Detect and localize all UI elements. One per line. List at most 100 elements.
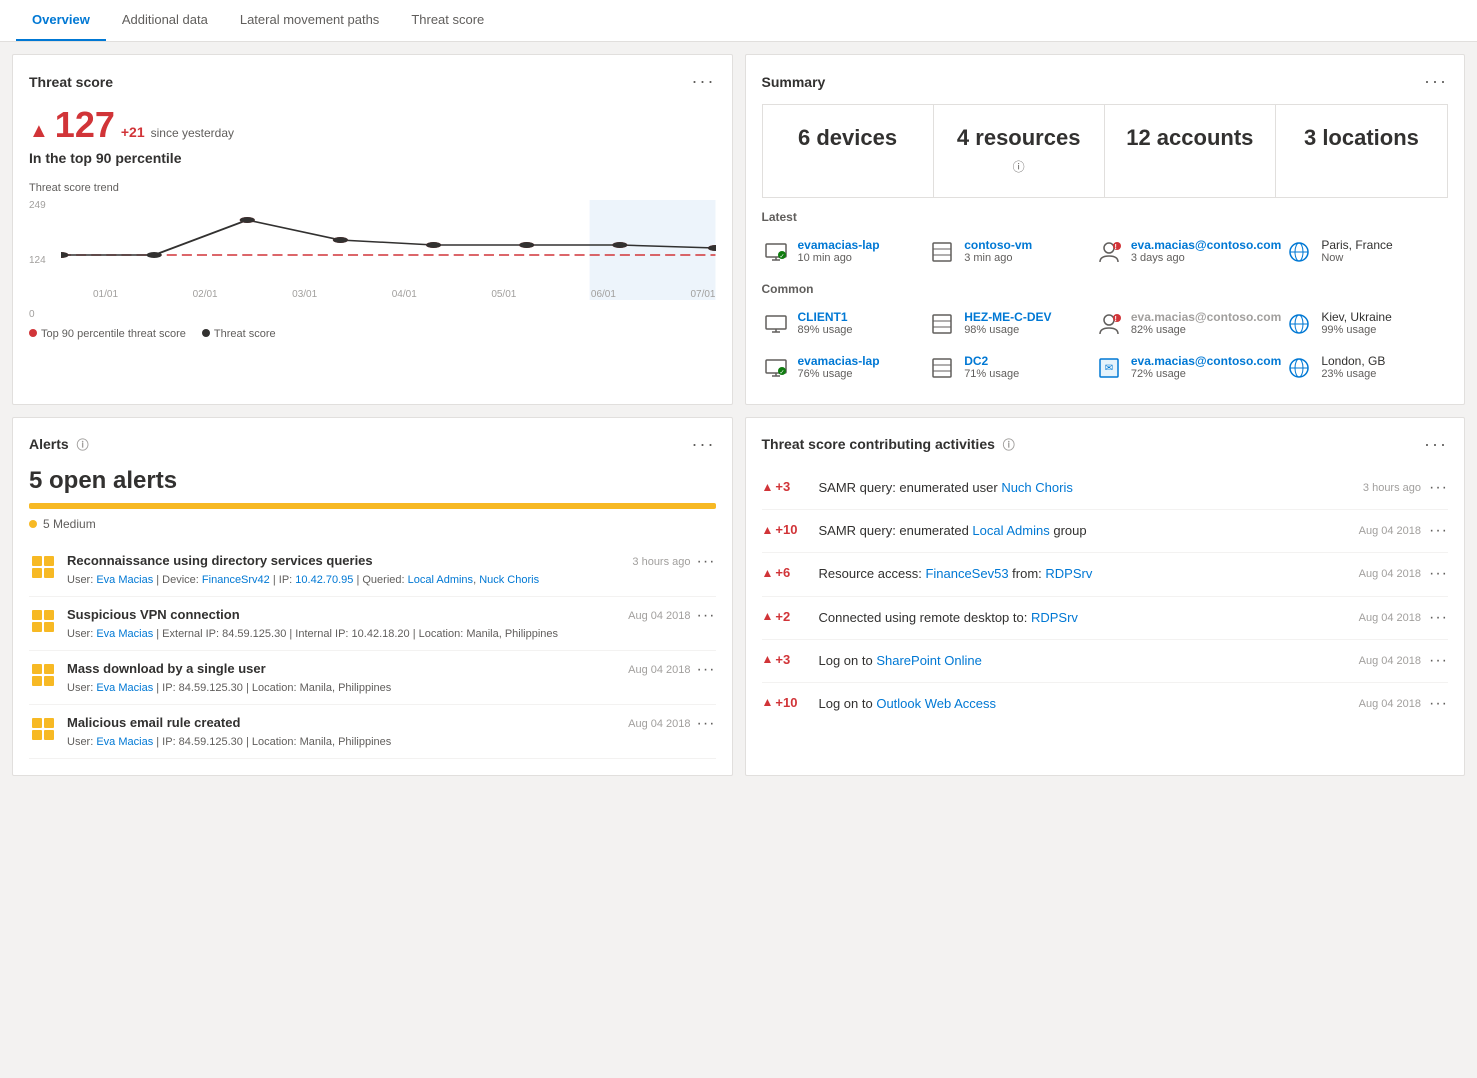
alert-item-4: Malicious email rule created Aug 04 2018…: [29, 705, 716, 759]
activity-link-3b[interactable]: RDPSrv: [1045, 566, 1092, 581]
user-icon: !: [1095, 238, 1123, 266]
latest-device-time: 10 min ago: [798, 252, 880, 264]
alert-more-2[interactable]: ···: [697, 607, 716, 625]
stat-locations-value: 3 locations: [1292, 125, 1431, 151]
latest-user-name[interactable]: eva.macias@contoso.com: [1131, 238, 1281, 252]
threat-activities-more[interactable]: ···: [1424, 434, 1448, 455]
alert-queried-link-2[interactable]: Nuck Choris: [479, 574, 539, 586]
common-user-name[interactable]: eva.macias@contoso.com: [1131, 310, 1281, 324]
alerts-panel: Alerts ⓘ ··· 5 open alerts 5 Medium Reco…: [12, 417, 733, 776]
alert-user-link-3[interactable]: Eva Macias: [96, 682, 153, 694]
summary-more[interactable]: ···: [1424, 71, 1448, 92]
alert-item-1: Reconnaissance using directory services …: [29, 543, 716, 597]
activity-delta-1: ▲ +3: [762, 479, 807, 494]
stat-accounts[interactable]: 12 accounts: [1105, 105, 1276, 197]
common2-globe-icon: [1285, 354, 1313, 382]
activity-meta-6: Aug 04 2018 ···: [1359, 695, 1448, 713]
activity-more-4[interactable]: ···: [1429, 609, 1448, 627]
alert-title-2[interactable]: Suspicious VPN connection: [67, 607, 240, 622]
common-grid: CLIENT1 89% usage HEZ-ME-C-DEV 98% usage…: [762, 304, 1449, 344]
alert-more-3[interactable]: ···: [697, 661, 716, 679]
latest-grid: ✓ evamacias-lap 10 min ago contoso-vm 3 …: [762, 232, 1449, 272]
activity-more-2[interactable]: ···: [1429, 522, 1448, 540]
latest-server-name[interactable]: contoso-vm: [964, 238, 1032, 252]
common-server: HEZ-ME-C-DEV 98% usage: [928, 304, 1091, 344]
alerts-info-icon: ⓘ: [77, 438, 89, 452]
threat-score-number: 127: [55, 104, 115, 146]
common2-user-usage: 72% usage: [1131, 368, 1281, 380]
chart-x-labels: 01/01 02/01 03/01 04/01 05/01 06/01 07/0…: [93, 289, 716, 300]
common2-server-usage: 71% usage: [964, 368, 1019, 380]
activity-link-1[interactable]: Nuch Choris: [1001, 480, 1073, 495]
common2-device-usage: 76% usage: [798, 368, 880, 380]
alerts-more[interactable]: ···: [692, 434, 716, 455]
alert-time-1: 3 hours ago: [632, 556, 690, 568]
activity-desc-3: Resource access: FinanceSev53 from: RDPS…: [819, 565, 1347, 583]
common-user: ! eva.macias@contoso.com 82% usage: [1095, 304, 1281, 344]
activity-desc-5: Log on to SharePoint Online: [819, 652, 1347, 670]
tab-additional-data[interactable]: Additional data: [106, 0, 224, 41]
common2-location-usage: 23% usage: [1321, 368, 1385, 380]
activity-desc-2: SAMR query: enumerated Local Admins grou…: [819, 522, 1347, 540]
activity-meta-1: 3 hours ago ···: [1363, 479, 1448, 497]
delta-value-3: +6: [775, 565, 790, 580]
alert-content-4: Malicious email rule created Aug 04 2018…: [67, 715, 716, 748]
common-server-name[interactable]: HEZ-ME-C-DEV: [964, 310, 1051, 324]
svg-text:✓: ✓: [779, 370, 784, 376]
activity-link-3a[interactable]: FinanceSev53: [925, 566, 1008, 581]
activity-more-6[interactable]: ···: [1429, 695, 1448, 713]
activity-link-2[interactable]: Local Admins: [972, 523, 1049, 538]
latest-server: contoso-vm 3 min ago: [928, 232, 1091, 272]
threat-delta-label: since yesterday: [151, 126, 234, 140]
summary-panel: Summary ··· 6 devices 4 resources ⓘ 12 a…: [745, 54, 1466, 405]
latest-device-name[interactable]: evamacias-lap: [798, 238, 880, 252]
activity-desc-1: SAMR query: enumerated user Nuch Choris: [819, 479, 1351, 497]
threat-chart-svg: [61, 200, 716, 300]
alert-user-link-2[interactable]: Eva Macias: [96, 628, 153, 640]
common2-user: ✉ eva.macias@contoso.com 72% usage: [1095, 348, 1281, 388]
alert-user-link-4[interactable]: Eva Macias: [96, 736, 153, 748]
activity-link-5[interactable]: SharePoint Online: [876, 653, 982, 668]
tabs-bar: Overview Additional data Lateral movemen…: [0, 0, 1477, 42]
common2-server-name[interactable]: DC2: [964, 354, 1019, 368]
alert-medium-label: 5 Medium: [29, 517, 716, 531]
alert-more-1[interactable]: ···: [697, 553, 716, 571]
activity-time-5: Aug 04 2018: [1359, 655, 1421, 667]
activity-meta-3: Aug 04 2018 ···: [1359, 565, 1448, 583]
activity-desc-4: Connected using remote desktop to: RDPSr…: [819, 609, 1347, 627]
latest-user: ! eva.macias@contoso.com 3 days ago: [1095, 232, 1281, 272]
alert-content-3: Mass download by a single user Aug 04 20…: [67, 661, 716, 694]
common-device-name[interactable]: CLIENT1: [798, 310, 853, 324]
common2-device-name[interactable]: evamacias-lap: [798, 354, 880, 368]
alert-more-4[interactable]: ···: [697, 715, 716, 733]
stat-devices[interactable]: 6 devices: [763, 105, 934, 197]
alert-title-1[interactable]: Reconnaissance using directory services …: [67, 553, 373, 568]
tab-lateral-movement[interactable]: Lateral movement paths: [224, 0, 395, 41]
alert-queried-link-1[interactable]: Local Admins: [408, 574, 473, 586]
activity-more-5[interactable]: ···: [1429, 652, 1448, 670]
activity-item-1: ▲ +3 SAMR query: enumerated user Nuch Ch…: [762, 467, 1449, 510]
activity-more-3[interactable]: ···: [1429, 565, 1448, 583]
stat-resources-value: 4 resources ⓘ: [950, 125, 1088, 177]
tab-overview[interactable]: Overview: [16, 0, 106, 41]
legend-red: Top 90 percentile threat score: [29, 328, 186, 340]
x-label-3: 03/01: [292, 289, 317, 300]
activity-link-4[interactable]: RDPSrv: [1031, 610, 1078, 625]
activity-link-6[interactable]: Outlook Web Access: [876, 696, 996, 711]
alert-device-link-1[interactable]: FinanceSrv42: [202, 574, 270, 586]
activity-more-1[interactable]: ···: [1429, 479, 1448, 497]
activity-item-5: ▲ +3 Log on to SharePoint Online Aug 04 …: [762, 640, 1449, 683]
alert-ip-link-1[interactable]: 10.42.70.95: [295, 574, 353, 586]
alert-severity-bar: [29, 503, 716, 509]
latest-device: ✓ evamacias-lap 10 min ago: [762, 232, 925, 272]
threat-score-more[interactable]: ···: [692, 71, 716, 92]
stat-locations[interactable]: 3 locations: [1276, 105, 1447, 197]
globe-icon: [1285, 238, 1313, 266]
y-label-mid: 124: [29, 255, 57, 266]
common2-user-name[interactable]: eva.macias@contoso.com: [1131, 354, 1281, 368]
tab-threat-score[interactable]: Threat score: [395, 0, 500, 41]
alert-title-4[interactable]: Malicious email rule created: [67, 715, 240, 730]
stat-resources[interactable]: 4 resources ⓘ: [934, 105, 1105, 197]
alert-user-link-1[interactable]: Eva Macias: [96, 574, 153, 586]
alert-title-3[interactable]: Mass download by a single user: [67, 661, 266, 676]
